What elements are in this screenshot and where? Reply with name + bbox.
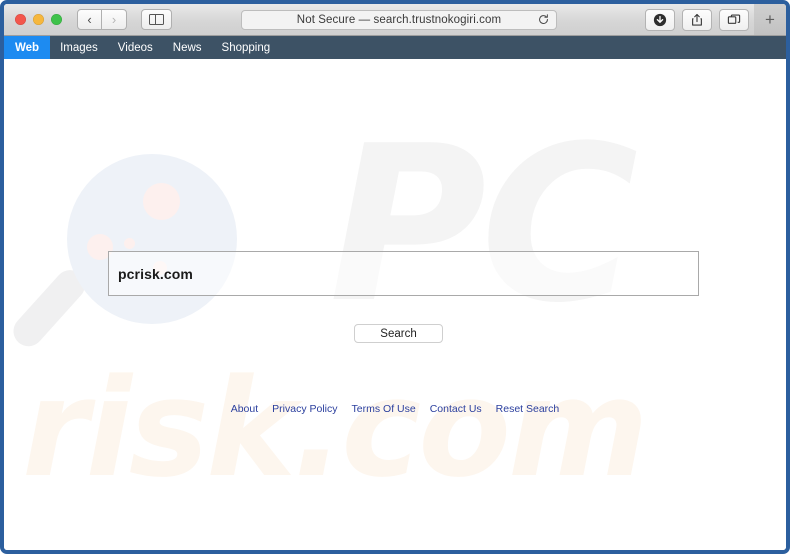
browser-window: ‹ › Not Secure — search.trustnokogiri.co… (0, 0, 790, 554)
magnifier-bubble (143, 183, 180, 220)
watermark-pc: PC (329, 99, 638, 350)
magnifier-bubble (124, 238, 135, 249)
magnifier-handle (7, 263, 92, 353)
back-button[interactable]: ‹ (77, 9, 102, 30)
search-input-value: pcrisk.com (118, 265, 193, 282)
nav-tab-videos-label: Videos (117, 41, 153, 54)
nav-tab-web[interactable]: Web (4, 36, 51, 59)
toolbar-actions (645, 9, 749, 31)
window-controls (15, 14, 62, 25)
download-icon (653, 13, 667, 27)
site-nav: Web Images Videos News Shopping (4, 36, 786, 59)
footer-link-about[interactable]: About (231, 403, 258, 415)
footer-links: About Privacy Policy Terms Of Use Contac… (4, 403, 786, 415)
close-button[interactable] (15, 14, 26, 25)
chevron-right-icon: › (111, 12, 117, 27)
search-input[interactable]: pcrisk.com (108, 251, 699, 296)
nav-tab-web-label: Web (15, 41, 40, 54)
navigation-buttons: ‹ › (77, 9, 127, 30)
reload-icon[interactable] (538, 13, 549, 27)
search-button-label: Search (380, 327, 417, 340)
tab-overview-button[interactable] (719, 9, 749, 31)
chevron-left-icon: ‹ (87, 12, 92, 27)
address-bar[interactable]: Not Secure — search.trustnokogiri.com (241, 10, 557, 30)
minimize-button[interactable] (33, 14, 44, 25)
forward-button[interactable]: › (102, 9, 127, 30)
nav-tab-shopping-label: Shopping (221, 41, 271, 54)
watermark-risk: risk.com (22, 350, 649, 507)
nav-tab-news-label: News (172, 41, 202, 54)
nav-tab-images[interactable]: Images (50, 36, 108, 59)
new-tab-button[interactable]: + (754, 4, 786, 35)
footer-link-reset-search[interactable]: Reset Search (496, 403, 560, 415)
share-button[interactable] (682, 9, 712, 31)
url-text: Not Secure — search.trustnokogiri.com (296, 14, 502, 26)
browser-toolbar: ‹ › Not Secure — search.trustnokogiri.co… (4, 4, 786, 36)
nav-tab-videos[interactable]: Videos (108, 36, 163, 59)
tabs-icon (727, 14, 741, 24)
footer-link-contact-us[interactable]: Contact Us (430, 403, 482, 415)
sidebar-icon (149, 14, 164, 25)
downloads-button[interactable] (645, 9, 675, 31)
nav-tab-news[interactable]: News (163, 36, 212, 59)
footer-link-privacy-policy[interactable]: Privacy Policy (272, 403, 337, 415)
nav-tab-images-label: Images (60, 41, 98, 54)
footer-link-terms-of-use[interactable]: Terms Of Use (352, 403, 416, 415)
magnifier-lens (67, 154, 237, 324)
nav-tab-shopping[interactable]: Shopping (212, 36, 281, 59)
share-icon (692, 13, 702, 26)
page-content: PC risk.com pcrisk.com Search About Priv… (4, 59, 786, 550)
search-button[interactable]: Search (354, 324, 443, 343)
plus-icon: + (765, 10, 775, 29)
maximize-button[interactable] (51, 14, 62, 25)
sidebar-toggle-button[interactable] (141, 9, 172, 30)
